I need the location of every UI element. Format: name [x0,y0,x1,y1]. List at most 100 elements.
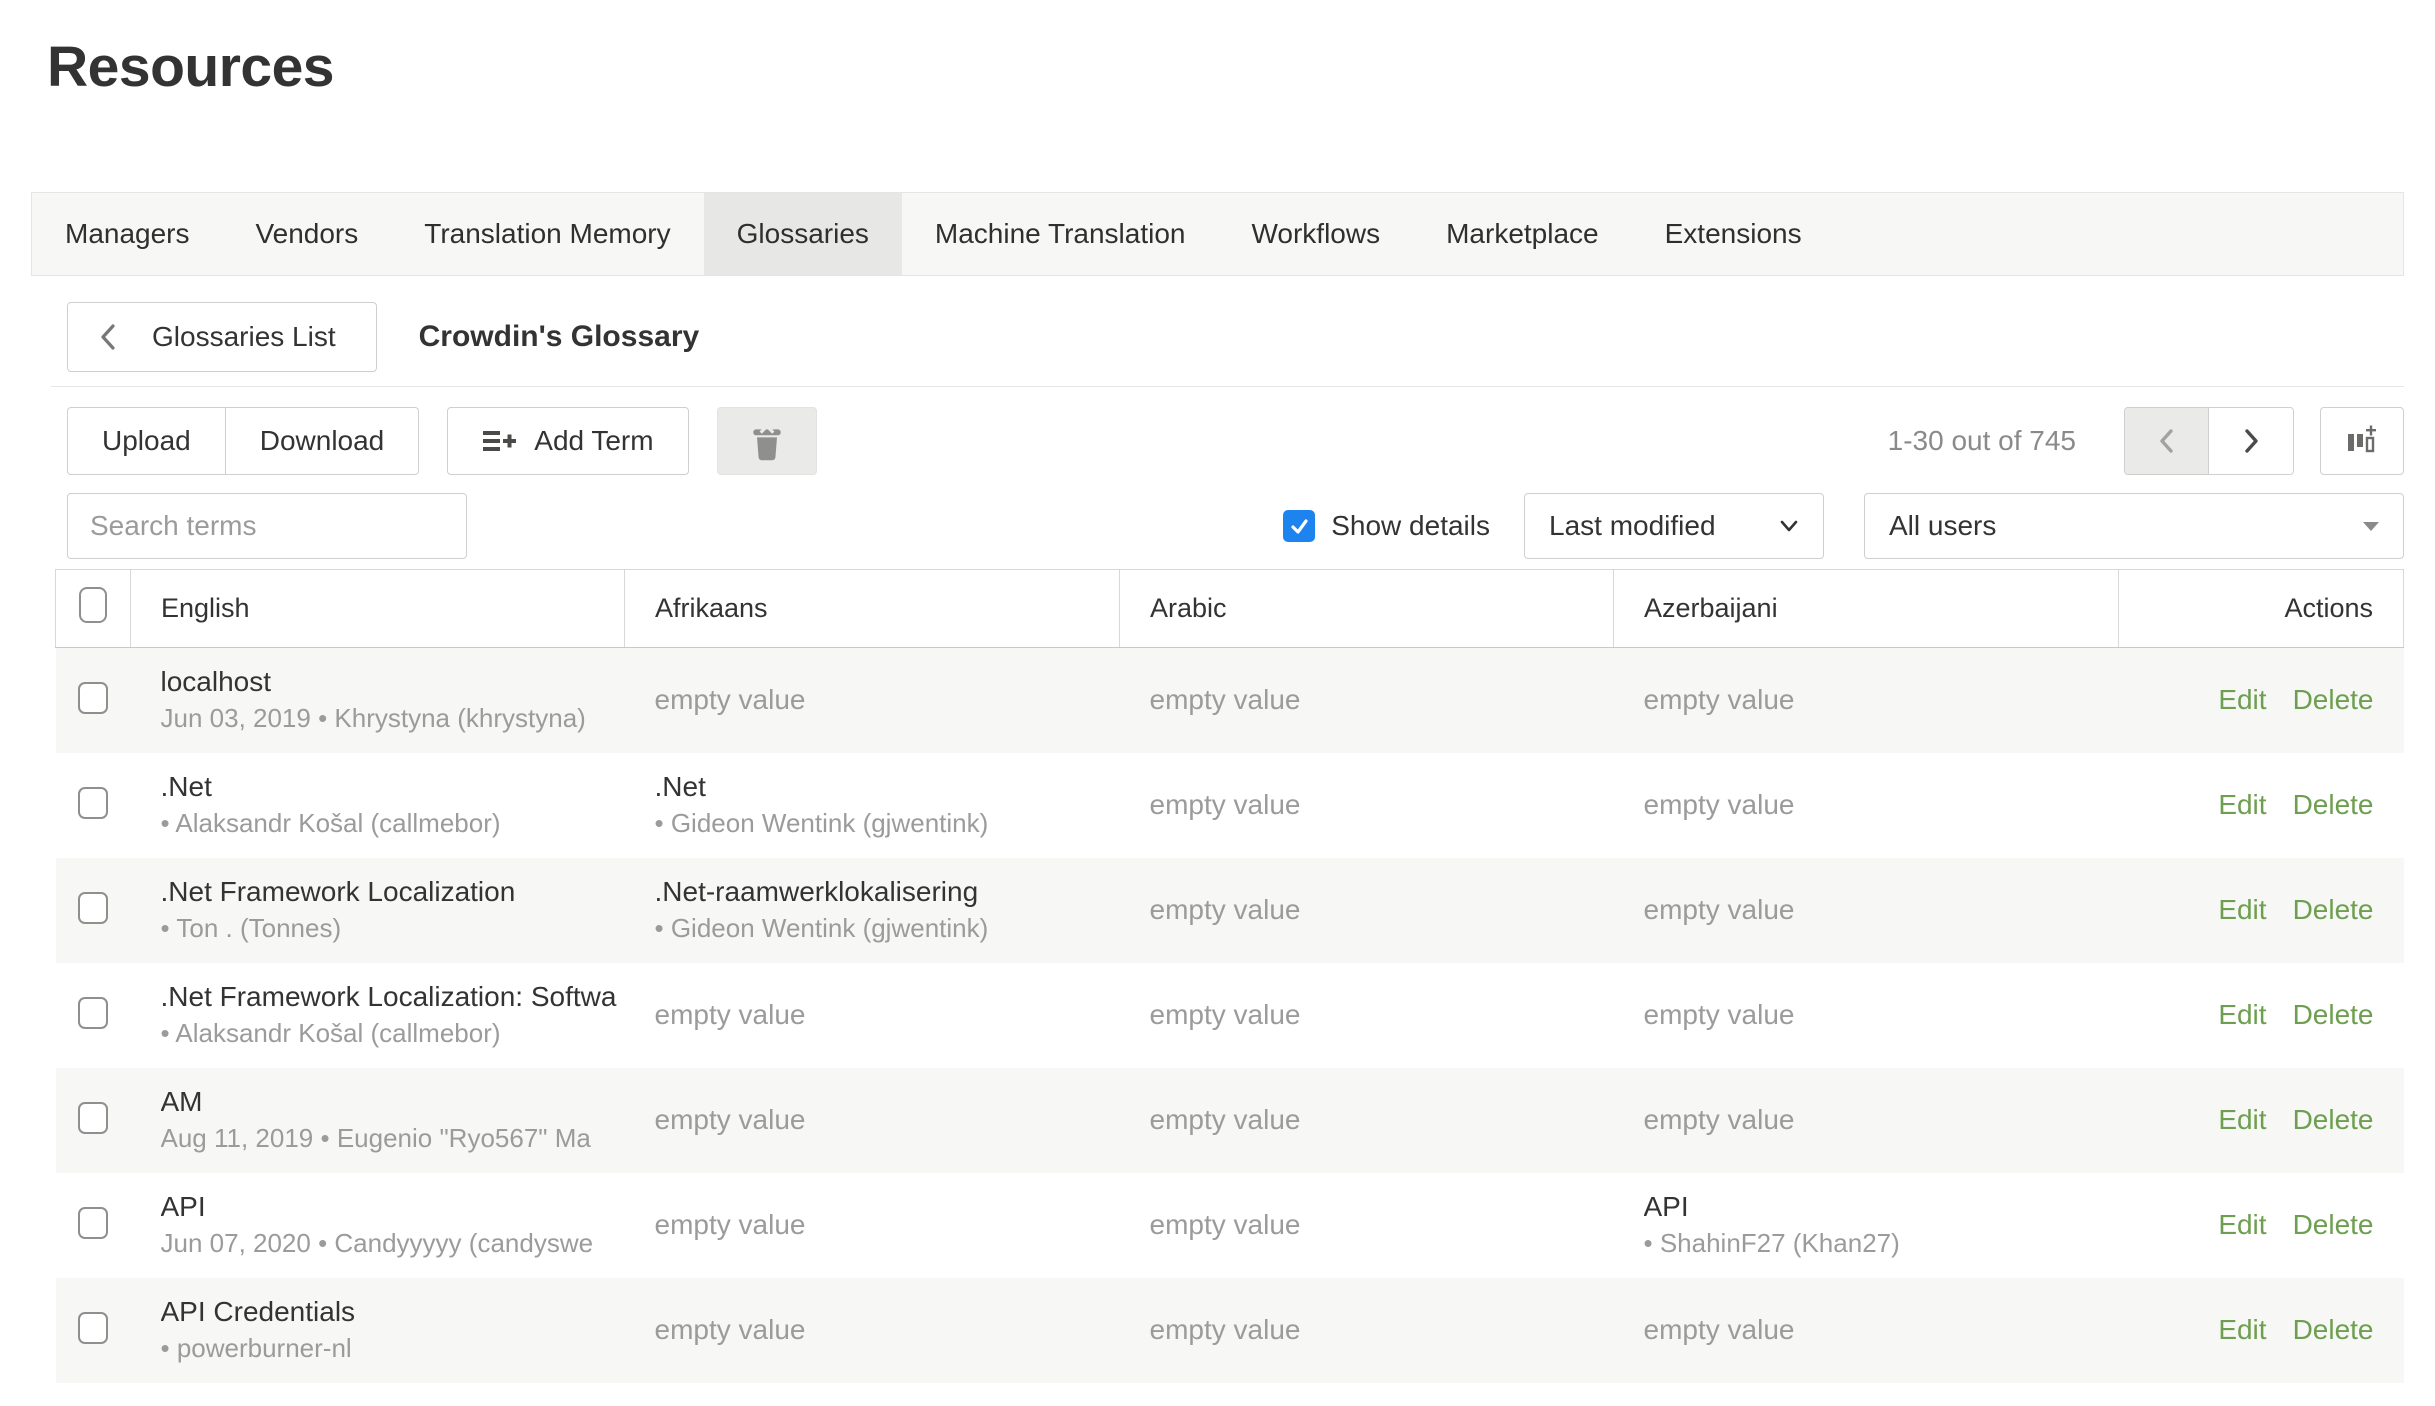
next-page-button[interactable] [2209,408,2293,474]
term-text: .Net-raamwerklokalisering [655,873,1120,910]
delete-link[interactable]: Delete [2293,789,2374,820]
upload-button[interactable]: Upload [67,407,226,475]
delete-link[interactable]: Delete [2293,1209,2374,1240]
empty-value-label: empty value [1150,894,1301,925]
cell-arabic: empty value [1120,1278,1614,1383]
cell-arabic: empty value [1120,963,1614,1068]
empty-value-label: empty value [1150,789,1301,820]
cell-english: APIJun 07, 2020 • Candyyyyy (candyswe [131,1173,625,1278]
term-text: AM [161,1083,625,1120]
empty-value-label: empty value [1644,789,1795,820]
row-checkbox-cell [56,648,131,753]
prev-page-button[interactable] [2125,408,2209,474]
row-checkbox[interactable] [78,1312,108,1344]
empty-value-label: empty value [655,1104,806,1135]
chevron-left-icon [98,322,118,352]
glossaries-list-back-button[interactable]: Glossaries List [67,302,377,372]
row-checkbox[interactable] [78,892,108,924]
pagination-count: 1-30 out of 745 [1888,425,2076,457]
filters-row: Show details Last modified All users [67,493,2404,559]
delete-selected-button[interactable] [717,407,817,475]
row-checkbox[interactable] [78,1102,108,1134]
manage-columns-button[interactable] [2320,407,2404,475]
tab-extensions[interactable]: Extensions [1632,193,1835,275]
term-meta: • ShahinF27 (Khan27) [1644,1225,2119,1262]
edit-link[interactable]: Edit [2218,1209,2266,1240]
cell-english: API Credentials• powerburner-nl [131,1278,625,1383]
empty-value-label: empty value [1644,894,1795,925]
delete-link[interactable]: Delete [2293,894,2374,925]
tab-bar: ManagersVendorsTranslation MemoryGlossar… [31,192,2404,276]
actions-cell: Edit Delete [2119,858,2404,963]
term-meta: • Gideon Wentink (gjwentink) [655,805,1120,842]
tab-vendors[interactable]: Vendors [223,193,392,275]
term-meta: • Gideon Wentink (gjwentink) [655,910,1120,947]
check-icon [1289,516,1310,537]
empty-value-label: empty value [1150,1314,1301,1345]
empty-value-label: empty value [1150,684,1301,715]
actions-cell: Edit Delete [2119,1278,2404,1383]
row-checkbox[interactable] [78,787,108,819]
cell-azerbaijani: empty value [1614,753,2119,858]
edit-link[interactable]: Edit [2218,684,2266,715]
chevron-left-icon [2158,428,2176,454]
row-checkbox[interactable] [78,1207,108,1239]
cell-english: AMAug 11, 2019 • Eugenio "Ryo567" Ma [131,1068,625,1173]
table-row: .Net• Alaksandr Košal (callmebor).Net• G… [56,753,2404,858]
edit-link[interactable]: Edit [2218,1104,2266,1135]
cell-english: .Net Framework Localization: Softwa• Ala… [131,963,625,1068]
cell-afrikaans: empty value [625,1068,1120,1173]
column-header-arabic: Arabic [1120,570,1614,648]
delete-link[interactable]: Delete [2293,1314,2374,1345]
delete-link[interactable]: Delete [2293,684,2374,715]
empty-value-label: empty value [1644,684,1795,715]
tab-translation-memory[interactable]: Translation Memory [391,193,703,275]
actions-cell: Edit Delete [2119,1068,2404,1173]
edit-link[interactable]: Edit [2218,999,2266,1030]
term-meta: Jun 07, 2020 • Candyyyyy (candyswe [161,1225,625,1262]
delete-link[interactable]: Delete [2293,999,2374,1030]
back-button-label: Glossaries List [152,321,336,353]
term-meta: • Ton . (Tonnes) [161,910,625,947]
show-details-checkbox[interactable] [1283,510,1315,542]
cell-afrikaans: .Net-raamwerklokalisering• Gideon Wentin… [625,858,1120,963]
add-term-button[interactable]: Add Term [447,407,688,475]
term-meta: Jun 03, 2019 • Khrystyna (khrystyna) [161,700,625,737]
table-row: APIJun 07, 2020 • Candyyyyy (candyswe emp… [56,1173,2404,1278]
page-title: Resources [47,34,2404,100]
delete-link[interactable]: Delete [2293,1104,2374,1135]
term-text: .Net [161,768,625,805]
show-details-label[interactable]: Show details [1331,510,1490,542]
cell-arabic: empty value [1120,858,1614,963]
edit-link[interactable]: Edit [2218,1314,2266,1345]
search-input[interactable] [67,493,467,559]
select-all-checkbox[interactable] [79,587,107,623]
page: Resources ManagersVendorsTranslation Mem… [0,34,2435,1383]
empty-value-label: empty value [1150,1209,1301,1240]
users-dropdown[interactable]: All users [1864,493,2404,559]
breadcrumb: Glossaries List Crowdin's Glossary [51,302,2404,387]
users-dropdown-value: All users [1889,510,1996,542]
cell-arabic: empty value [1120,648,1614,753]
tab-glossaries[interactable]: Glossaries [704,193,902,275]
chevron-down-icon [1779,520,1799,533]
empty-value-label: empty value [655,684,806,715]
table-row: .Net Framework Localization• Ton . (Tonn… [56,858,2404,963]
row-checkbox-cell [56,1068,131,1173]
empty-value-label: empty value [1150,1104,1301,1135]
row-checkbox[interactable] [78,682,108,714]
tab-machine-translation[interactable]: Machine Translation [902,193,1219,275]
edit-link[interactable]: Edit [2218,789,2266,820]
download-button[interactable]: Download [226,407,420,475]
term-text: localhost [161,663,625,700]
term-meta: • Alaksandr Košal (callmebor) [161,1015,625,1052]
tab-managers[interactable]: Managers [32,193,223,275]
cell-arabic: empty value [1120,1068,1614,1173]
empty-value-label: empty value [1644,1104,1795,1135]
edit-link[interactable]: Edit [2218,894,2266,925]
sort-dropdown[interactable]: Last modified [1524,493,1824,559]
row-checkbox[interactable] [78,997,108,1029]
tab-marketplace[interactable]: Marketplace [1413,193,1632,275]
cell-english: localhostJun 03, 2019 • Khrystyna (khrys… [131,648,625,753]
tab-workflows[interactable]: Workflows [1218,193,1413,275]
